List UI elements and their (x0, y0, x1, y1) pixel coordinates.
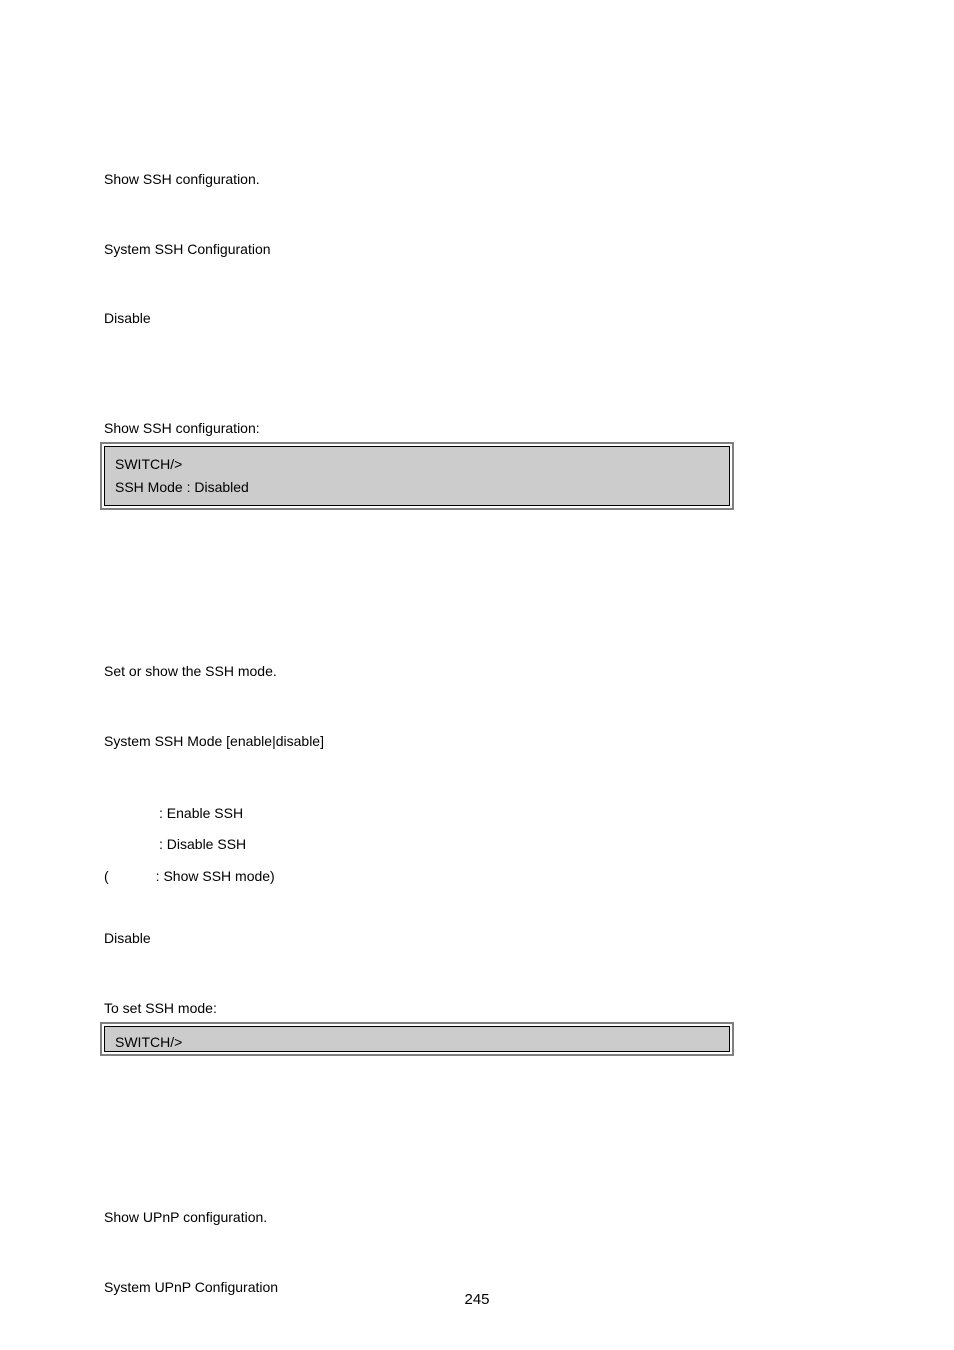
upnp-desc: Show UPnP configuration. (104, 1208, 850, 1228)
ssh-mode-param-default: : Show SSH mode) (156, 865, 275, 889)
ssh-config-cli-prompt: SWITCH/> (115, 453, 719, 475)
ssh-mode-param-open: ( (104, 865, 109, 889)
ssh-config-desc: Show SSH configuration. (104, 170, 850, 190)
ssh-mode-param-enable-row: : Enable SSH (104, 802, 850, 826)
ssh-config-example-label: Show SSH configuration: (104, 419, 850, 439)
ssh-config-syntax: System SSH Configuration (104, 240, 850, 260)
ssh-mode-cli-prompt: SWITCH/> (115, 1031, 719, 1053)
page-number: 245 (0, 1291, 954, 1308)
ssh-config-cli-box: SWITCH/> SSH Mode : Disabled (104, 446, 730, 506)
ssh-mode-desc: Set or show the SSH mode. (104, 662, 850, 682)
ssh-mode-syntax: System SSH Mode [enable|disable] (104, 732, 850, 752)
ssh-mode-param-default-row: ( : Show SSH mode) (104, 865, 850, 889)
ssh-config-default: Disable (104, 309, 850, 329)
ssh-mode-default: Disable (104, 929, 850, 949)
page-content: Show SSH configuration. System SSH Confi… (0, 0, 954, 1297)
ssh-mode-example-label: To set SSH mode: (104, 999, 850, 1019)
ssh-mode-param-disable: : Disable SSH (159, 833, 246, 857)
ssh-mode-param-enable: : Enable SSH (159, 802, 243, 826)
ssh-mode-param-disable-row: : Disable SSH (104, 833, 850, 857)
ssh-mode-cli-box: SWITCH/> (104, 1026, 730, 1052)
ssh-config-cli-output: SSH Mode : Disabled (115, 476, 719, 498)
